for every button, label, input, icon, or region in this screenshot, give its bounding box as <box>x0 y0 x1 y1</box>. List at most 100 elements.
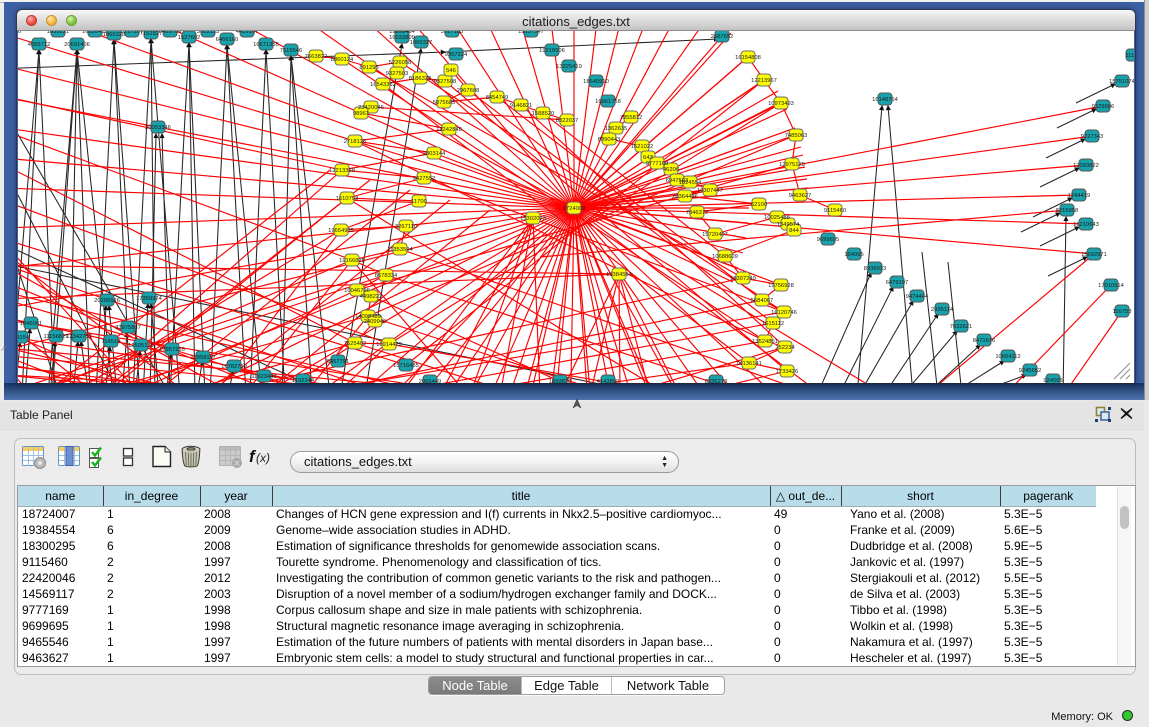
svg-text:10688609: 10688609 <box>712 254 738 260</box>
svg-text:9427552: 9427552 <box>413 176 436 182</box>
svg-text:13325419: 13325419 <box>556 64 582 70</box>
svg-text:3917183: 3917183 <box>441 31 464 35</box>
svg-text:1362635: 1362635 <box>605 126 628 132</box>
svg-text:8186328: 8186328 <box>409 76 432 82</box>
svg-text:12242848: 12242848 <box>436 127 462 133</box>
svg-text:16154808: 16154808 <box>735 55 761 61</box>
svg-text:20691406: 20691406 <box>64 42 90 48</box>
svg-text:8471676: 8471676 <box>973 338 996 344</box>
svg-text:1845061: 1845061 <box>20 321 43 327</box>
svg-text:15716485: 15716485 <box>393 363 419 369</box>
svg-text:19166825: 19166825 <box>339 258 365 264</box>
svg-text:9327503: 9327503 <box>386 71 409 77</box>
svg-text:164095: 164095 <box>844 252 863 258</box>
svg-text:17957255: 17957255 <box>159 347 185 353</box>
svg-text:19756928: 19756928 <box>768 283 794 289</box>
svg-text:20206526: 20206526 <box>94 298 120 304</box>
svg-text:17359924: 17359924 <box>136 296 163 302</box>
svg-text:4143890: 4143890 <box>597 379 620 383</box>
svg-text:1065327: 1065327 <box>410 40 433 46</box>
svg-text:12505135: 12505135 <box>128 343 154 349</box>
svg-text:5226058: 5226058 <box>389 60 412 66</box>
svg-text:9457791: 9457791 <box>327 359 350 365</box>
svg-text:2066449: 2066449 <box>419 379 442 383</box>
svg-text:18640910: 18640910 <box>583 79 609 85</box>
svg-text:6466160: 6466160 <box>216 37 239 43</box>
svg-text:11353594: 11353594 <box>387 247 413 253</box>
svg-text:11700: 11700 <box>411 199 427 205</box>
svg-text:16120746: 16120746 <box>771 310 797 316</box>
svg-text:8678334: 8678334 <box>375 273 398 279</box>
svg-text:11923448: 11923448 <box>251 374 276 380</box>
svg-text:7625402: 7625402 <box>344 341 367 347</box>
svg-text:16148764: 16148764 <box>872 97 899 103</box>
svg-text:19384554: 19384554 <box>606 272 633 278</box>
svg-text:15720407: 15720407 <box>702 232 728 238</box>
svg-text:3267110: 3267110 <box>395 224 417 230</box>
svg-text:12342757: 12342757 <box>66 334 92 340</box>
svg-text:4498222: 4498222 <box>360 294 383 300</box>
svg-text:2803144: 2803144 <box>423 151 446 157</box>
svg-text:2967608: 2967608 <box>457 88 480 94</box>
svg-text:16782759: 16782759 <box>221 364 247 370</box>
svg-text:8215958: 8215958 <box>1056 208 1079 214</box>
svg-text:12213369: 12213369 <box>329 168 355 174</box>
svg-text:19218506: 19218506 <box>539 48 565 54</box>
svg-text:9327508: 9327508 <box>434 79 457 85</box>
svg-text:2935114: 2935114 <box>931 307 954 313</box>
svg-text:1615112: 1615112 <box>762 321 784 327</box>
svg-text:8454749: 8454749 <box>486 95 509 101</box>
svg-text:13524851: 13524851 <box>752 339 778 345</box>
svg-text:9463627: 9463627 <box>789 193 812 199</box>
svg-text:2718126: 2718126 <box>344 139 367 145</box>
svg-text:17010514: 17010514 <box>1098 283 1125 289</box>
svg-text:1621022: 1621022 <box>631 144 654 150</box>
svg-text:9227343: 9227343 <box>1081 134 1104 140</box>
svg-text:(x): (x) <box>256 451 270 465</box>
svg-text:16543362: 16543362 <box>370 82 396 88</box>
svg-text:12975125: 12975125 <box>779 162 805 168</box>
svg-text:4735650: 4735650 <box>18 31 21 35</box>
svg-text:8489709: 8489709 <box>159 31 182 35</box>
svg-text:15157347: 15157347 <box>518 31 544 35</box>
svg-text:11156829: 11156829 <box>44 334 69 340</box>
svg-text:8938923: 8938923 <box>864 266 887 272</box>
svg-text:114519: 114519 <box>102 339 121 345</box>
svg-text:8322037: 8322037 <box>556 118 579 124</box>
svg-text:6479197: 6479197 <box>886 280 909 286</box>
svg-text:1839221: 1839221 <box>47 31 70 35</box>
svg-text:46206: 46206 <box>663 167 679 173</box>
svg-text:14136141: 14136141 <box>736 361 762 367</box>
svg-text:33975867: 33975867 <box>115 325 141 331</box>
svg-text:546: 546 <box>446 68 456 74</box>
svg-text:4055712: 4055712 <box>28 42 51 48</box>
svg-text:1733426: 1733426 <box>776 369 799 375</box>
svg-text:15692971: 15692971 <box>1081 252 1107 258</box>
svg-text:9474444: 9474444 <box>906 294 929 300</box>
svg-text:7663822: 7663822 <box>305 54 328 60</box>
svg-text:1244419: 1244419 <box>1068 193 1091 199</box>
svg-text:20364436: 20364436 <box>672 194 698 200</box>
svg-text:19654935: 19654935 <box>328 228 354 234</box>
svg-text:10228452: 10228452 <box>82 31 108 35</box>
svg-text:891295: 891295 <box>359 65 378 71</box>
svg-text:10654112: 10654112 <box>995 354 1020 360</box>
svg-text:1588520: 1588520 <box>532 111 555 117</box>
svg-text:7955812: 7955812 <box>620 115 643 121</box>
svg-text:7346372: 7346372 <box>686 210 709 216</box>
svg-text:16961758: 16961758 <box>595 99 621 105</box>
svg-text:9245652: 9245652 <box>1019 368 1042 374</box>
svg-text:1610753: 1610753 <box>336 196 359 202</box>
svg-text:1192344: 1192344 <box>292 378 315 383</box>
svg-text:2687652: 2687652 <box>711 34 734 40</box>
svg-text:20053346: 20053346 <box>145 125 171 131</box>
svg-text:924565: 924565 <box>1043 378 1062 383</box>
svg-text:5684067: 5684067 <box>751 298 774 304</box>
svg-text:5875685: 5875685 <box>433 100 456 106</box>
svg-text:844: 844 <box>789 228 799 234</box>
svg-text:7485063: 7485063 <box>785 133 808 139</box>
svg-text:1024554: 1024554 <box>679 180 702 186</box>
svg-text:12093822: 12093822 <box>1073 163 1099 169</box>
svg-text:9217207: 9217207 <box>121 31 144 35</box>
svg-text:15302073: 15302073 <box>520 216 546 222</box>
